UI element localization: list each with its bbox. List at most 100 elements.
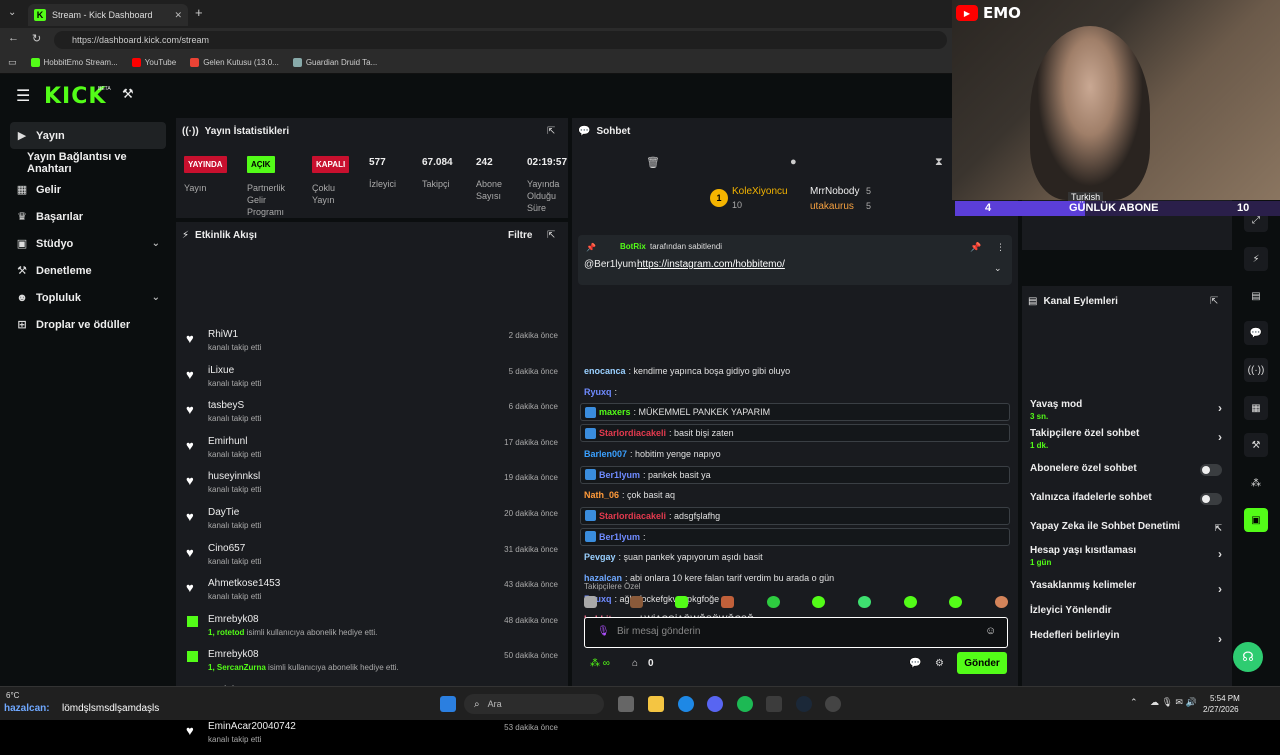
sidebar-item-denetleme[interactable]: ⚒ Denetleme bbox=[0, 257, 172, 284]
hamburger-menu-icon[interactable]: ☰ bbox=[16, 86, 30, 106]
discord-icon[interactable] bbox=[707, 696, 723, 712]
chat-username[interactable]: maxers bbox=[599, 407, 631, 417]
activity-row[interactable]: ♥ huseyinnksl kanalı takip etti 19 dakika ö… bbox=[186, 469, 560, 505]
chevron-right-icon[interactable]: › bbox=[1218, 582, 1222, 596]
activity-row[interactable]: ♥ Cino657 kanalı takip etti 31 dakika önce bbox=[186, 541, 560, 577]
top-gifter-2-name[interactable]: MrrNobody bbox=[810, 186, 859, 197]
activity-username[interactable]: Emirhunl bbox=[208, 436, 247, 447]
emote-icon[interactable] bbox=[903, 596, 917, 608]
gear-icon[interactable]: ⚙ bbox=[935, 658, 944, 669]
toggle-switch[interactable] bbox=[1200, 464, 1222, 476]
activity-row[interactable]: Emrebyk08 1, rotetod isimli kullanıcıya a… bbox=[186, 612, 560, 648]
chevron-right-icon[interactable]: › bbox=[1218, 632, 1222, 646]
chat-username[interactable]: enocanca bbox=[584, 366, 626, 376]
activity-username[interactable]: Ahmetkose1453 bbox=[208, 578, 280, 589]
channel-action-row[interactable]: Yapay Zeka ile Sohbet Denetimi ⇱ bbox=[1030, 521, 1228, 534]
emote-icon[interactable] bbox=[766, 596, 780, 608]
channel-action-row[interactable]: Hedefleri belirleyin › bbox=[1030, 630, 1228, 646]
send-button[interactable]: Gönder bbox=[957, 652, 1007, 674]
bookmark-youtube[interactable]: YouTube bbox=[131, 58, 176, 67]
activity-row[interactable]: ♥ RhiW1 kanalı takip etti 2 dakika önce bbox=[186, 327, 560, 363]
app-icon[interactable]: ▣ bbox=[1244, 508, 1268, 532]
chat-username[interactable]: Starlordiacakeli bbox=[599, 511, 666, 521]
obs-icon[interactable] bbox=[825, 696, 841, 712]
channel-action-row[interactable]: İzleyici Yönlendir bbox=[1030, 605, 1228, 616]
emote-icon[interactable] bbox=[629, 596, 643, 608]
more-icon[interactable]: ⋮ bbox=[996, 242, 1005, 253]
emote-icon[interactable] bbox=[857, 596, 871, 608]
microphone-icon[interactable]: 🎙 bbox=[597, 626, 610, 637]
sidebar-item-topluluk[interactable]: ☻ Topluluk ⌄ bbox=[0, 284, 172, 311]
channel-action-row[interactable]: Abonelere özel sohbet bbox=[1030, 463, 1228, 476]
support-icon[interactable]: ☊ bbox=[1233, 642, 1263, 672]
chat-input[interactable]: 🎙 Bir mesaj gönderin ☺ bbox=[584, 617, 1008, 648]
chevron-down-icon[interactable]: ⌄ bbox=[152, 292, 160, 303]
external-link-icon[interactable]: ⇱ bbox=[1214, 523, 1222, 534]
sidebar-item-stream-key[interactable]: Yayın Bağlantısı ve Anahtarı bbox=[0, 149, 172, 176]
wrench-icon[interactable]: ⚒ bbox=[1244, 433, 1268, 457]
broadcast-icon[interactable]: ((·)) bbox=[1244, 358, 1268, 382]
tray-chevron-icon[interactable]: ⌃ bbox=[1130, 697, 1138, 708]
share-icon[interactable]: ⁂ bbox=[1244, 471, 1268, 495]
bookmark-hobbitemo[interactable]: HobbitEmo Stream... bbox=[30, 58, 118, 67]
channel-action-row[interactable]: Yasaklanmış kelimeler › bbox=[1030, 580, 1228, 596]
channel-action-row[interactable]: Yavaş mod 3 sn. › bbox=[1030, 399, 1228, 421]
new-tab-icon[interactable]: + bbox=[195, 5, 203, 20]
activity-row[interactable]: Emrebyk08 1, SercanZurna isimli kullanıcı… bbox=[186, 647, 560, 683]
chevron-right-icon[interactable]: › bbox=[1218, 401, 1222, 415]
clock-time[interactable]: 5:54 PM bbox=[1210, 694, 1240, 703]
chevron-down-icon[interactable]: ⌄ bbox=[152, 238, 160, 249]
activity-username[interactable]: DayTie bbox=[208, 507, 239, 518]
terminal-icon[interactable] bbox=[766, 696, 782, 712]
sidebar-item-basarilar[interactable]: ♛ Başarılar bbox=[0, 203, 172, 230]
filter-button[interactable]: Filtre bbox=[508, 230, 532, 241]
chat-bubbles-icon[interactable]: 💬 bbox=[909, 658, 921, 669]
unpin-icon[interactable]: 📌 bbox=[970, 242, 981, 253]
activity-username[interactable]: EminAcar20040742 bbox=[208, 721, 296, 732]
channel-action-row[interactable]: Takipçilere özel sohbet 1 dk. › bbox=[1030, 428, 1228, 450]
chat-settings-icon[interactable]: ● bbox=[790, 156, 797, 168]
chevron-down-icon[interactable]: ⌄ bbox=[994, 263, 1002, 274]
chat-username[interactable]: Nath_06 bbox=[584, 490, 619, 500]
chevron-right-icon[interactable]: › bbox=[1218, 430, 1222, 444]
activity-username[interactable]: huseyinnksl bbox=[208, 471, 260, 482]
url-field[interactable]: https://dashboard.kick.com/stream bbox=[54, 31, 947, 49]
document-icon[interactable]: ▤ bbox=[1244, 284, 1268, 308]
spotify-icon[interactable] bbox=[737, 696, 753, 712]
steam-icon[interactable] bbox=[796, 696, 812, 712]
emote-icon[interactable] bbox=[949, 596, 963, 608]
emote-icon[interactable] bbox=[675, 596, 689, 608]
activity-username[interactable]: Emrebyk08 bbox=[208, 649, 259, 660]
chat-username[interactable]: Pevgay bbox=[584, 552, 616, 562]
top-gifter-3-name[interactable]: utakaurus bbox=[810, 201, 854, 212]
activity-username[interactable]: iLixue bbox=[208, 365, 234, 376]
chevron-right-icon[interactable]: › bbox=[1218, 547, 1222, 561]
bookmark-guardian-druid[interactable]: Guardian Druid Ta... bbox=[292, 58, 377, 67]
pinned-link[interactable]: https://instagram.com/hobbitemo/ bbox=[637, 259, 785, 270]
popout-icon[interactable]: ⇱ bbox=[547, 230, 555, 241]
layout-icon[interactable]: ▦ bbox=[1244, 396, 1268, 420]
chat-username[interactable]: Ber1lyum bbox=[599, 532, 640, 542]
activity-username[interactable]: Emrebyk08 bbox=[208, 614, 259, 625]
tab-list-chevron-icon[interactable]: ⌄ bbox=[8, 7, 16, 18]
bookmark-inbox[interactable]: Gelen Kutusu (13.0... bbox=[190, 58, 279, 67]
sidebar-item-droplar[interactable]: ⊞ Droplar ve ödüller bbox=[0, 311, 172, 338]
taskbar-search[interactable]: ⌕ Ara bbox=[464, 694, 604, 714]
emote-icon[interactable] bbox=[994, 596, 1008, 608]
pinned-by-user[interactable]: BotRix bbox=[620, 242, 646, 251]
emote-icon[interactable] bbox=[720, 596, 734, 608]
back-icon[interactable]: ← bbox=[8, 32, 19, 44]
hourglass-icon[interactable]: ⧗ bbox=[935, 156, 943, 169]
reload-icon[interactable]: ↻ bbox=[32, 32, 41, 45]
activity-row[interactable]: ♥ Ahmetkose1453 kanalı takip etti 43 dakika… bbox=[186, 576, 560, 612]
activity-row[interactable]: ♥ Emirhunl kanalı takip etti 17 dakika önce bbox=[186, 434, 560, 470]
points-icon[interactable]: ⁂ ∞ bbox=[590, 658, 610, 669]
file-explorer-icon[interactable] bbox=[648, 696, 664, 712]
chat-username[interactable]: Starlordiacakeli bbox=[599, 428, 666, 438]
apps-icon[interactable]: ▭ bbox=[8, 57, 17, 68]
weather-temp[interactable]: 6°C bbox=[6, 691, 19, 700]
gift-box-icon[interactable]: ⌂ bbox=[632, 658, 638, 669]
chat-username[interactable]: Barlen007 bbox=[584, 449, 627, 459]
channel-action-row[interactable]: Hesap yaşı kısıtlaması 1 gün › bbox=[1030, 545, 1228, 567]
channel-action-row[interactable]: Yalnızca ifadelerle sohbet bbox=[1030, 492, 1228, 505]
